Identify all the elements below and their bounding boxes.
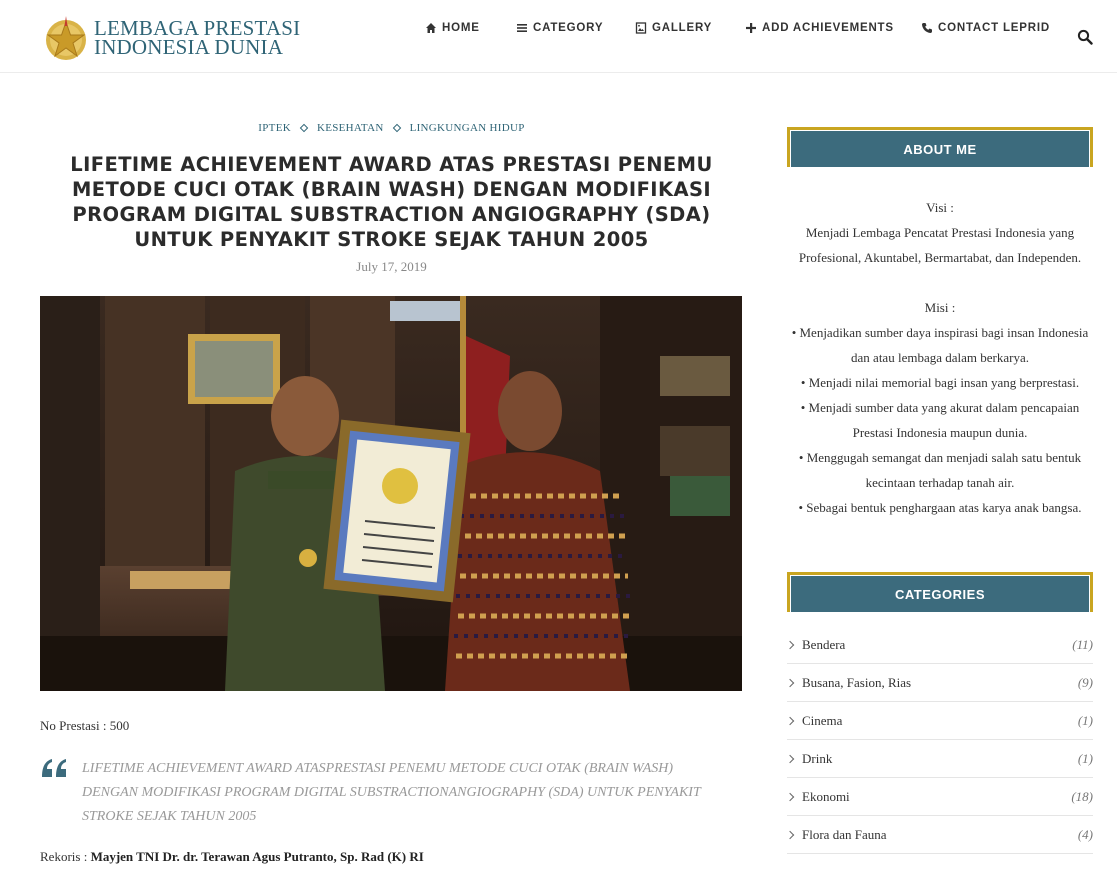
nav-home[interactable]: HOME xyxy=(425,22,480,34)
nav-gallery-label: GALLERY xyxy=(652,22,713,34)
site-header: LEMBAGA PRESTASI INDONESIA DUNIA HOME CA… xyxy=(0,0,1117,73)
about-me-widget-title: ABOUT ME xyxy=(787,127,1093,167)
category-count: (1) xyxy=(1077,712,1093,728)
category-link-iptek[interactable]: IPTEK xyxy=(258,122,291,134)
category-count: (11) xyxy=(1072,636,1093,652)
about-me-body: Visi : Menjadi Lembaga Pencatat Prestasi… xyxy=(787,195,1093,520)
chevron-right-icon xyxy=(785,640,795,649)
misi-item-4: • Menggugah semangat dan menjadi salah s… xyxy=(798,450,1082,490)
no-prestasi: No Prestasi : 500 xyxy=(40,718,130,733)
categories-heading: CATEGORIES xyxy=(791,576,1089,612)
rekoris-name: Mayjen TNI Dr. dr. Terawan Agus Putranto… xyxy=(90,849,424,864)
award-ceremony-photo xyxy=(40,296,742,691)
site-logo[interactable]: LEMBAGA PRESTASI INDONESIA DUNIA xyxy=(42,14,300,62)
post-article: IPTEK KESEHATAN LINGKUNGAN HIDUP LIFETIM… xyxy=(40,120,743,864)
nav-add-achievements[interactable]: ADD ACHIEVEMENTS xyxy=(745,22,894,34)
category-name: Flora dan Fauna xyxy=(802,826,887,842)
category-item[interactable]: Cinema (1) xyxy=(785,702,1093,740)
category-item[interactable]: Ekonomi (18) xyxy=(785,778,1093,816)
category-item[interactable]: Flora dan Fauna (4) xyxy=(785,816,1093,854)
nav-home-label: HOME xyxy=(442,22,480,34)
post-title: LIFETIME ACHIEVEMENT AWARD ATAS PRESTASI… xyxy=(70,153,713,251)
quote-text: LIFETIME ACHIEVEMENT AWARD ATASPRESTASI … xyxy=(82,761,701,824)
nav-gallery[interactable]: GALLERY xyxy=(635,22,712,34)
category-item[interactable]: Drink (1) xyxy=(785,740,1093,778)
rekoris-label: Rekoris : xyxy=(40,849,91,864)
rekoris-line: Rekoris : Mayjen TNI Dr. dr. Terawan Agu… xyxy=(40,849,424,865)
title-frame-edge xyxy=(1090,572,1093,612)
about-me-heading: ABOUT ME xyxy=(791,131,1089,167)
misi-item-2: • Menjadi nilai memorial bagi insan yang… xyxy=(800,375,1080,390)
nav-contact-leprid[interactable]: CONTACT LEPRID xyxy=(921,22,1050,34)
categories-widget-title: CATEGORIES xyxy=(787,572,1093,612)
visi-text: Menjadi Lembaga Pencatat Prestasi Indone… xyxy=(798,225,1082,265)
category-name: Drink xyxy=(802,750,833,766)
diamond-separator-icon xyxy=(392,123,401,133)
category-name: Ekonomi xyxy=(802,788,850,804)
phone-icon xyxy=(922,23,932,33)
category-item[interactable]: Bendera (11) xyxy=(785,626,1093,664)
chevron-right-icon xyxy=(785,830,795,839)
post-date: July 17, 2019 xyxy=(356,259,427,274)
categories-widget: CATEGORIES Bendera (11) Busana, Fasion, R… xyxy=(785,572,1093,854)
image-icon xyxy=(635,22,647,34)
search-icon[interactable] xyxy=(1077,29,1093,45)
chevron-right-icon xyxy=(785,678,795,687)
home-icon xyxy=(426,23,436,33)
chevron-right-icon xyxy=(785,792,795,801)
category-name: Busana, Fasion, Rias xyxy=(802,674,912,690)
plus-icon xyxy=(746,23,756,33)
logo-line-2: INDONESIA DUNIA xyxy=(94,35,284,59)
visi-label: Visi : xyxy=(926,200,954,215)
category-link-lingkungan-hidup[interactable]: LINGKUNGAN HIDUP xyxy=(410,122,525,134)
post-categories: IPTEK KESEHATAN LINGKUNGAN HIDUP xyxy=(40,120,743,136)
nav-contact-leprid-label: CONTACT LEPRID xyxy=(938,22,1050,34)
category-link-kesehatan[interactable]: KESEHATAN xyxy=(317,122,384,134)
quote-icon xyxy=(42,759,66,777)
category-count: (9) xyxy=(1077,674,1093,690)
menu-icon xyxy=(517,24,527,32)
category-list: Bendera (11) Busana, Fasion, Rias (9) Cine… xyxy=(785,626,1093,854)
post-featured-image xyxy=(40,296,742,691)
category-count: (4) xyxy=(1077,826,1093,842)
misi-item-1: • Menjadikan sumber daya inspirasi bagi … xyxy=(791,325,1089,365)
nav-category-label: CATEGORY xyxy=(533,22,604,34)
category-count: (1) xyxy=(1077,750,1093,766)
star-emblem-icon xyxy=(46,16,86,60)
misi-label: Misi : xyxy=(924,300,956,315)
category-name: Cinema xyxy=(802,712,843,728)
chevron-right-icon xyxy=(785,754,795,763)
nav-add-achievements-label: ADD ACHIEVEMENTS xyxy=(762,22,894,34)
sidebar: ABOUT ME Visi : Menjadi Lembaga Pencatat… xyxy=(785,127,1093,854)
category-item[interactable]: Busana, Fasion, Rias (9) xyxy=(785,664,1093,702)
nav-category[interactable]: CATEGORY xyxy=(516,22,603,34)
misi-item-5: • Sebagai bentuk penghargaan atas karya … xyxy=(798,500,1082,515)
category-name: Bendera xyxy=(802,636,846,652)
category-count: (18) xyxy=(1071,788,1093,804)
misi-item-3: • Menjadi sumber data yang akurat dalam … xyxy=(800,400,1080,440)
title-frame-edge xyxy=(1090,127,1093,167)
diamond-separator-icon xyxy=(299,123,309,133)
logo-text: LEMBAGA PRESTASI INDONESIA DUNIA xyxy=(94,18,300,59)
chevron-right-icon xyxy=(785,716,795,725)
